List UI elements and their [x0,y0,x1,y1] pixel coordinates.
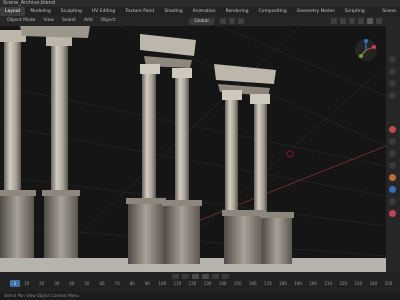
view-menu[interactable]: View [39,16,58,26]
frame-label: 80 [129,281,135,286]
frame-label: 30 [54,281,60,286]
perspective-toggle-icon[interactable] [389,92,396,99]
scene-properties-icon[interactable] [389,162,396,169]
object-properties-icon[interactable] [389,174,396,181]
material-shading-icon[interactable] [367,18,373,24]
frame-label: 70 [114,281,120,286]
frame-label: 180 [279,281,287,286]
camera-view-icon[interactable] [389,80,396,87]
pan-icon[interactable] [389,68,396,75]
frame-label: 210 [324,281,332,286]
window-title: Scene_Archive.blend [0,0,400,7]
orientation-dropdown[interactable]: Global [189,17,214,25]
play-icon[interactable] [201,273,209,279]
tab-uv-editing[interactable]: UV Editing [87,7,120,16]
tab-sculpting[interactable]: Sculpting [56,7,87,16]
scene-selector[interactable]: Scene [382,7,400,16]
frame-label: 40 [69,281,75,286]
frame-label: 150 [233,281,242,286]
frame-label: 190 [294,281,302,286]
tab-geometry-nodes[interactable]: Geometry Nodes [292,7,340,16]
frame-label: 170 [264,281,272,286]
pivot-icon[interactable] [237,18,244,24]
output-properties-icon[interactable] [389,138,396,145]
tab-modeling[interactable]: Modeling [25,7,55,16]
tab-rendering[interactable]: Rendering [221,7,254,16]
3d-viewport[interactable] [0,26,386,272]
frame-label: 10 [24,281,30,286]
frame-label: 250 [384,281,393,286]
frame-label: 20 [39,281,45,286]
frame-ruler: 0 10 20 30 40 50 60 70 80 90 100 110 120… [4,281,396,291]
tab-layout[interactable]: Layout [0,7,26,16]
mode-dropdown[interactable]: Object Mode [3,16,39,26]
viewport-toolbar [386,16,400,272]
scene-render [0,26,386,272]
snap-icon[interactable] [219,18,226,24]
header-tools [219,18,244,24]
frame-label: 60 [99,281,105,286]
modifier-properties-icon[interactable] [389,186,396,193]
tab-shading[interactable]: Shading [159,7,187,16]
render-properties-icon[interactable] [389,126,396,133]
status-bar: Select Pan View Object Context Menu [0,292,400,300]
tab-texture-paint[interactable]: Texture Paint [120,7,159,16]
frame-label: 240 [369,281,378,286]
overlay-icon[interactable] [331,18,337,24]
view-layer-icon[interactable] [389,150,396,157]
frame-label: 220 [339,281,348,286]
shading-modes [331,18,386,24]
physics-properties-icon[interactable] [389,198,396,205]
select-menu[interactable]: Select [58,16,80,26]
object-menu[interactable]: Object [97,16,120,26]
xray-icon[interactable] [340,18,346,24]
frame-label: 130 [203,281,212,286]
jump-end-icon[interactable] [221,273,229,279]
frame-label: 200 [309,281,317,286]
zoom-icon[interactable] [389,56,396,63]
add-menu[interactable]: Add [80,16,97,26]
timeline[interactable]: 1 0 10 20 30 40 50 60 70 80 90 100 110 1… [0,272,400,292]
viewport-header: Object Mode View Select Add Object Globa… [0,16,386,26]
frame-label: 110 [173,281,182,286]
tab-compositing[interactable]: Compositing [254,7,292,16]
frame-label: 0 [10,281,13,286]
solid-shading-icon[interactable] [358,18,364,24]
next-keyframe-icon[interactable] [211,273,219,279]
frame-label: 230 [354,281,363,286]
tab-scripting[interactable]: Scripting [340,7,370,16]
playback-controls [0,272,400,280]
frame-label: 140 [218,281,227,286]
wireframe-shading-icon[interactable] [349,18,355,24]
rendered-shading-icon[interactable] [376,18,382,24]
frame-label: 100 [158,281,167,286]
frame-label: 120 [188,281,197,286]
prev-keyframe-icon[interactable] [181,273,189,279]
proportional-edit-icon[interactable] [228,18,235,24]
workspace-menubar: Layout Modeling Sculpting UV Editing Tex… [0,7,400,16]
frame-label: 50 [84,281,90,286]
jump-start-icon[interactable] [171,273,179,279]
navigation-gizmo-icon[interactable] [354,38,378,62]
material-properties-icon[interactable] [389,210,396,217]
frame-label: 160 [248,281,257,286]
play-reverse-icon[interactable] [191,273,199,279]
tab-animation[interactable]: Animation [188,7,221,16]
frame-label: 90 [144,281,150,286]
